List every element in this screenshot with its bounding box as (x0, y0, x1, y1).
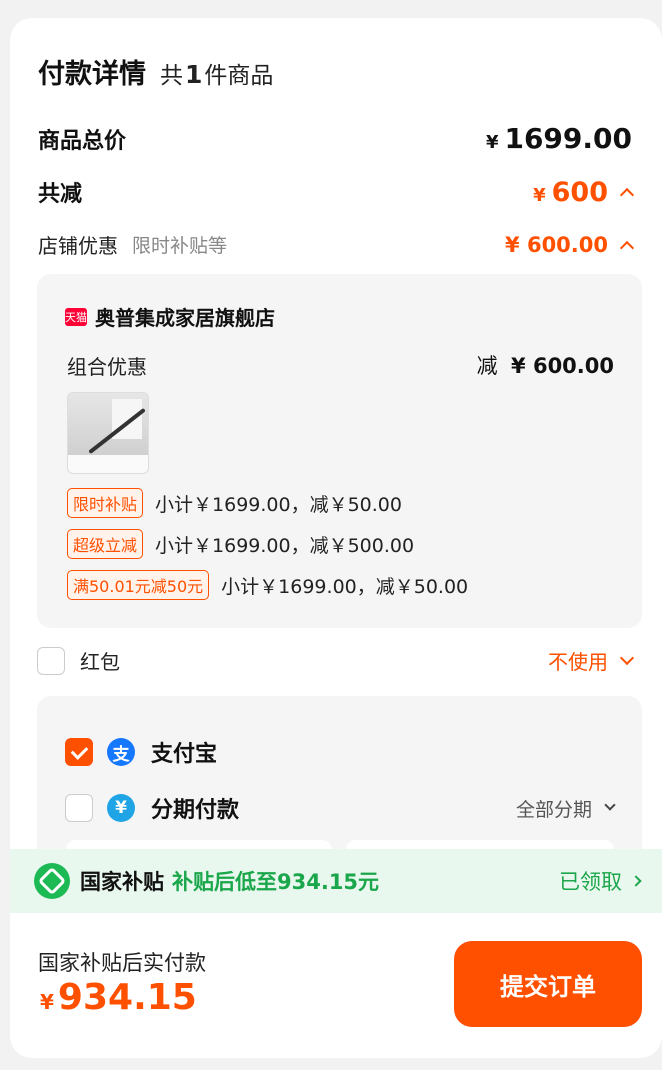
combo-discount-value: 减 ¥ 600.00 (477, 350, 614, 380)
page-title: 付款详情 (38, 59, 146, 90)
installment-option-value: 全部分期 (515, 798, 592, 821)
tmall-logo-icon: 天猫 (65, 307, 87, 326)
subsidy-status[interactable]: 已领取 (559, 866, 642, 896)
final-pay-value: 934.15 (57, 977, 197, 1018)
item-count-number: 1 (185, 60, 203, 89)
store-header: 天猫 奥普集成家居旗舰店 (65, 302, 275, 331)
shop-discount-sub: 限时补贴等 (132, 235, 228, 257)
final-pay-label: 国家补贴后实付款 (38, 951, 206, 975)
installment-label: 分期付款 (151, 798, 240, 823)
installment-option[interactable]: ¥ 分期付款 全部分期 (65, 792, 616, 824)
alipay-option[interactable]: 支 支付宝 (65, 736, 614, 768)
total-currency: ¥ (485, 132, 499, 153)
saving-number: 600 (551, 176, 608, 208)
submit-order-button[interactable]: 提交订单 (454, 941, 642, 1027)
total-saving-value: ¥600 (533, 177, 635, 208)
combo-discount-row: 组合优惠 减 ¥ 600.00 (67, 350, 614, 380)
alipay-checkbox[interactable] (65, 738, 93, 766)
payment-details-sheet: 付款详情 共1件商品 商品总价 ¥1699.00 共减 ¥600 店铺优惠 限时… (10, 18, 662, 1058)
subsidy-text: 补贴后低至934.15元 (172, 870, 380, 894)
discount-line: 限时补贴 小计￥1699.00，减￥50.00 (67, 488, 402, 518)
combo-amount: ¥ 600.00 (511, 354, 614, 378)
store-discount-panel: 天猫 奥普集成家居旗舰店 组合优惠 减 ¥ 600.00 限时补贴 小计￥169… (37, 274, 642, 628)
alipay-label: 支付宝 (151, 742, 218, 767)
installment-icon: ¥ (107, 794, 135, 822)
red-packet-value: 不使用 (548, 650, 608, 674)
shop-discount-value-wrap: ¥ 600.00 (505, 232, 635, 257)
chevron-up-icon[interactable] (619, 240, 635, 255)
subsidy-icon (34, 863, 70, 899)
saving-amount: ¥600 (533, 177, 608, 208)
total-price-label: 商品总价 (38, 128, 127, 154)
discount-line: 满50.01元减50元 小计￥1699.00，减￥50.00 (67, 570, 468, 600)
total-saving-label: 共减 (38, 182, 83, 207)
national-subsidy-bar[interactable]: 国家补贴 补贴后低至934.15元 已领取 (10, 849, 662, 913)
item-count-suffix: 件商品 (204, 63, 274, 89)
total-price-row: 商品总价 ¥1699.00 (38, 122, 632, 155)
discount-tag: 满50.01元减50元 (67, 570, 210, 600)
final-pay-amount: ¥ 934.15 (40, 977, 197, 1018)
installment-selector[interactable]: 全部分期 (515, 795, 616, 822)
combo-discount-label: 组合优惠 (67, 354, 147, 379)
red-packet-selector[interactable]: 不使用 (548, 646, 635, 675)
red-packet-row[interactable]: 红包 不使用 (37, 646, 635, 675)
shop-discount-labels: 店铺优惠 限时补贴等 (38, 230, 227, 259)
subsidy-label: 国家补贴 (80, 870, 164, 894)
saving-currency: ¥ (533, 184, 546, 206)
item-count-prefix: 共 (160, 63, 183, 89)
sheet-header: 付款详情 共1件商品 (38, 52, 273, 91)
shop-discount-label: 店铺优惠 (38, 234, 118, 258)
discount-text: 小计￥1699.00，减￥50.00 (221, 575, 469, 598)
total-amount: 1699.00 (504, 122, 632, 155)
thumbnail-caption (68, 455, 148, 473)
chevron-up-icon[interactable] (619, 187, 635, 203)
subsidy-status-text: 已领取 (559, 870, 622, 894)
shop-discount-row[interactable]: 店铺优惠 限时补贴等 ¥ 600.00 (38, 230, 635, 259)
red-packet-checkbox[interactable] (37, 646, 65, 675)
shop-discount-value: ¥ 600.00 (505, 232, 608, 257)
product-thumbnail[interactable] (67, 392, 149, 474)
item-count: 共1件商品 (160, 56, 273, 90)
discount-line: 超级立减 小计￥1699.00，减￥500.00 (67, 529, 414, 559)
checkout-footer: 国家补贴后实付款 ¥ 934.15 提交订单 (10, 913, 662, 1058)
red-packet-label: 红包 (80, 650, 120, 674)
total-saving-row[interactable]: 共减 ¥600 (38, 176, 635, 208)
installment-checkbox[interactable] (65, 794, 93, 822)
combo-prefix: 减 (476, 354, 498, 378)
store-name: 奥普集成家居旗舰店 (95, 306, 275, 330)
chevron-down-icon (604, 799, 616, 811)
chevron-right-icon (630, 875, 642, 887)
alipay-icon: 支 (107, 738, 135, 766)
discount-text: 小计￥1699.00，减￥50.00 (155, 493, 402, 516)
chevron-down-icon (619, 650, 635, 665)
red-packet-left: 红包 (37, 646, 120, 675)
discount-tag: 超级立减 (67, 529, 144, 559)
discount-text: 小计￥1699.00，减￥500.00 (155, 534, 415, 557)
final-pay-currency: ¥ (40, 990, 54, 1014)
total-price-value: ¥1699.00 (486, 122, 632, 155)
discount-tag: 限时补贴 (67, 488, 144, 518)
